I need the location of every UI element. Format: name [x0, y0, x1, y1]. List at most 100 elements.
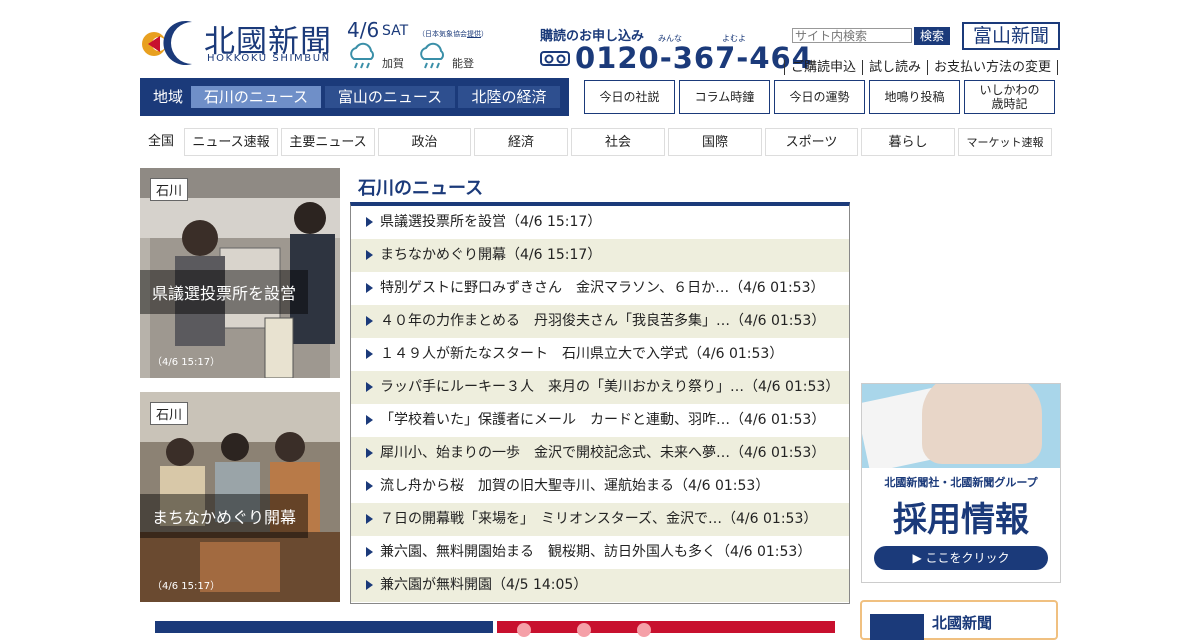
region-label: 地域	[152, 88, 183, 106]
hokkoku-promo-box[interactable]: 北國新聞	[860, 600, 1058, 640]
search-button[interactable]: 検索	[914, 27, 950, 45]
triangle-bullet-icon	[366, 250, 373, 260]
triangle-bullet-icon	[366, 283, 373, 293]
news-headline: まちなかめぐり開幕（4/6 15:17）	[380, 247, 602, 263]
rain-cloud-icon	[420, 42, 444, 69]
photo-story-2[interactable]: 石川 まちなかめぐり開幕 （4/6 15:17）	[140, 392, 340, 602]
promo-badge	[870, 614, 924, 640]
reader-post-button[interactable]: 地鳴り投稿	[869, 80, 960, 114]
news-list-item[interactable]: 特別ゲストに野口みずきさん 金沢マラソン、６日か…（4/6 01:53）	[351, 272, 849, 305]
triangle-bullet-icon	[366, 217, 373, 227]
logo-mark-icon	[142, 21, 192, 66]
subscribe-link[interactable]: ご購読申込	[784, 60, 863, 75]
weather-kaga-label: 加賀	[382, 57, 404, 70]
toyama-shimbun-link[interactable]: 富山新聞	[962, 22, 1060, 50]
logo-text-en: HOKKOKU SHIMBUN	[207, 53, 331, 64]
triangle-bullet-icon	[366, 349, 373, 359]
tab-toyama-news[interactable]: 富山のニュース	[325, 86, 455, 108]
header-links: ご購読申込 試し読み お支払い方法の変更	[784, 56, 1059, 75]
banner-dot-icon	[637, 623, 651, 637]
category-national[interactable]: 全国	[140, 128, 182, 156]
news-list-item[interactable]: 「学校着いた」保護者にメール カードと連動、羽咋…（4/6 01:53）	[351, 404, 849, 437]
news-headline: １４９人が新たなスタート 石川県立大で入学式（4/6 01:53）	[380, 346, 784, 362]
news-list-item[interactable]: 県議選投票所を設営（4/6 15:17）	[351, 206, 849, 239]
banner-dot-icon	[517, 623, 531, 637]
triangle-bullet-icon	[366, 580, 373, 590]
weather-noto-label: 能登	[452, 57, 474, 70]
search-input[interactable]	[792, 28, 912, 43]
news-list-item[interactable]: 兼六園、無料開園始まる 観桜期、訪日外国人も多く（4/6 01:53）	[351, 536, 849, 569]
weather-credit-text: （日本気象協会	[418, 30, 467, 38]
triangle-bullet-icon	[366, 382, 373, 392]
ad-company-line: 北國新聞社・北國新聞グループ	[884, 476, 1038, 489]
news-list-item[interactable]: 犀川小、始まりの一歩 金沢で開校記念式、未来へ夢…（4/6 01:53）	[351, 437, 849, 470]
weather-credit: （日本気象協会提供）	[418, 29, 488, 39]
news-list-item[interactable]: 流し舟から桜 加賀の旧大聖寺川、運航始まる（4/6 01:53）	[351, 470, 849, 503]
photo-2-caption: まちなかめぐり開幕	[140, 494, 309, 538]
bottom-banner-1[interactable]	[155, 621, 493, 633]
news-headline: 兼六園が無料開園（4/5 14:05）	[380, 577, 588, 593]
category-market[interactable]: マーケット速報	[958, 128, 1052, 156]
news-list-item[interactable]: ４０年の力作まとめる 丹羽俊夫さん「我良苦多集」…（4/6 01:53）	[351, 305, 849, 338]
news-list-item[interactable]: ７日の開幕戦「来場を」 ミリオンスターズ、金沢で…（4/6 01:53）	[351, 503, 849, 536]
news-list-item[interactable]: １４９人が新たなスタート 石川県立大で入学式（4/6 01:53）	[351, 338, 849, 371]
triangle-bullet-icon	[366, 481, 373, 491]
photo-story-1[interactable]: 石川 県議選投票所を設営 （4/6 15:17）	[140, 168, 340, 378]
ad-hand-graphic	[922, 384, 1042, 464]
news-list-item[interactable]: 兼六園が無料開園（4/5 14:05）	[351, 569, 849, 602]
news-headline: 流し舟から桜 加賀の旧大聖寺川、運航始まる（4/6 01:53）	[380, 478, 770, 494]
news-headline: 兼六園、無料開園始まる 観桜期、訪日外国人も多く（4/6 01:53）	[380, 544, 812, 560]
ad-click-button[interactable]: ▶ ここをクリック	[874, 546, 1048, 570]
seasonal-calendar-label: いしかわの 歳時記	[979, 83, 1040, 111]
banner-dot-icon	[577, 623, 591, 637]
photo-2-time: （4/6 15:17）	[152, 581, 221, 592]
weather-noto[interactable]	[417, 42, 447, 76]
news-headline: ４０年の力作まとめる 丹羽俊夫さん「我良苦多集」…（4/6 01:53）	[380, 313, 826, 329]
category-sports[interactable]: スポーツ	[765, 128, 858, 156]
weather-credit-link[interactable]: 提供	[467, 30, 481, 38]
news-headline: ラッパ手にルーキー３人 来月の「美川おかえり祭り」…（4/6 01:53）	[380, 379, 840, 395]
news-headline: ７日の開幕戦「来場を」 ミリオンスターズ、金沢で…（4/6 01:53）	[380, 511, 818, 527]
category-main-news[interactable]: 主要ニュース	[281, 128, 375, 156]
recruit-ad[interactable]: 北國新聞社・北國新聞グループ 採用情報 ▶ ここをクリック	[861, 383, 1061, 583]
news-headline: 「学校着いた」保護者にメール カードと連動、羽咋…（4/6 01:53）	[380, 412, 826, 428]
news-headline: 県議選投票所を設営（4/6 15:17）	[380, 214, 602, 230]
photo-2-region-tag: 石川	[150, 402, 189, 425]
news-headline: 特別ゲストに野口みずきさん 金沢マラソン、６日か…（4/6 01:53）	[380, 280, 825, 296]
weather-day: SAT	[382, 23, 409, 39]
triangle-bullet-icon	[366, 547, 373, 557]
news-headline: 犀川小、始まりの一歩 金沢で開校記念式、未来へ夢…（4/6 01:53）	[380, 445, 826, 461]
category-politics[interactable]: 政治	[378, 128, 471, 156]
region-nav: 地域 石川のニュース 富山のニュース 北陸の経済	[140, 78, 569, 116]
subscribe-phone[interactable]: 0120-367-464	[575, 41, 813, 75]
triangle-bullet-icon	[366, 415, 373, 425]
seasonal-calendar-button[interactable]: いしかわの 歳時記	[964, 80, 1055, 114]
photo-1-caption: 県議選投票所を設営	[140, 270, 309, 314]
triangle-bullet-icon	[366, 316, 373, 326]
news-list: 県議選投票所を設営（4/6 15:17） まちなかめぐり開幕（4/6 15:17）…	[350, 202, 850, 604]
trial-link[interactable]: 試し読み	[862, 60, 928, 75]
column-jisho-button[interactable]: コラム時鐘	[679, 80, 770, 114]
horoscope-button[interactable]: 今日の運勢	[774, 80, 865, 114]
category-international[interactable]: 国際	[668, 128, 762, 156]
ad-headline: 採用情報	[893, 500, 1029, 540]
editorial-button[interactable]: 今日の社説	[584, 80, 675, 114]
site-logo[interactable]: 北國新聞 HOKKOKU SHIMBUN	[140, 14, 340, 68]
tab-ishikawa-news[interactable]: 石川のニュース	[191, 86, 321, 108]
photo-1-region-tag: 石川	[150, 178, 189, 201]
news-section-title: 石川のニュース	[358, 178, 484, 199]
weather-date: 4/6	[347, 18, 380, 42]
bottom-banner-2[interactable]	[497, 621, 835, 637]
news-list-item[interactable]: まちなかめぐり開幕（4/6 15:17）	[351, 239, 849, 272]
triangle-bullet-icon	[366, 514, 373, 524]
payment-change-link[interactable]: お支払い方法の変更	[927, 60, 1059, 75]
tab-hokuriku-economy[interactable]: 北陸の経済	[458, 86, 560, 108]
triangle-bullet-icon	[366, 448, 373, 458]
category-breaking-news[interactable]: ニュース速報	[184, 128, 278, 156]
news-list-item[interactable]: ラッパ手にルーキー３人 来月の「美川おかえり祭り」…（4/6 01:53）	[351, 371, 849, 404]
category-society[interactable]: 社会	[571, 128, 665, 156]
weather-kaga[interactable]	[347, 42, 377, 76]
category-living[interactable]: 暮らし	[861, 128, 955, 156]
freedial-icon	[540, 51, 570, 66]
category-economy[interactable]: 経済	[474, 128, 568, 156]
